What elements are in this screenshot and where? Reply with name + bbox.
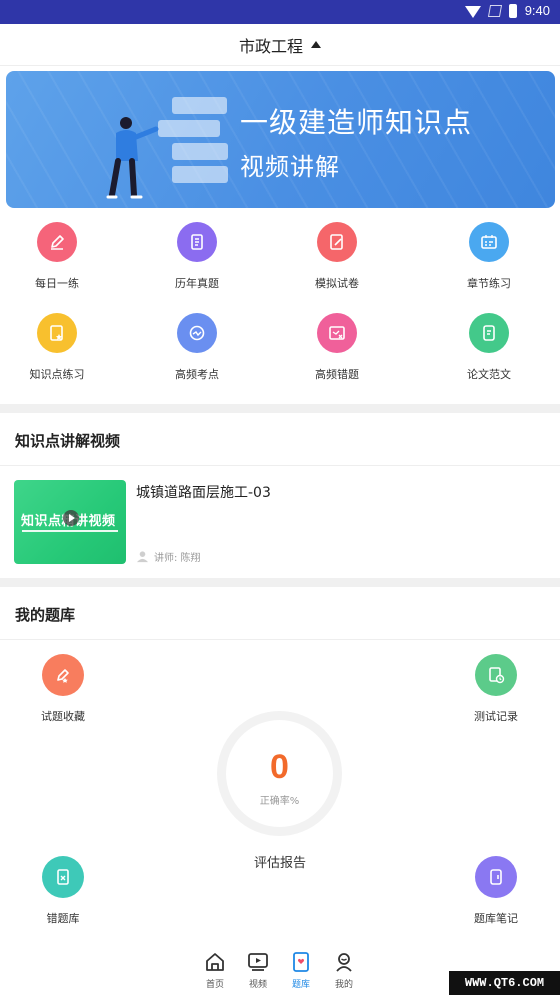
board-illustration (154, 97, 234, 197)
menu-label: 高频考点 (175, 368, 219, 381)
pencil-icon (37, 222, 77, 262)
nav-home[interactable]: 首页 (195, 951, 235, 990)
calendar-icon (469, 222, 509, 262)
divider-line (0, 465, 560, 466)
error-paper-icon (317, 313, 357, 353)
teacher-illustration (106, 117, 159, 199)
bank-notes[interactable]: 题库笔记 (441, 856, 551, 926)
profile-icon (336, 953, 352, 972)
bank-label: 测试记录 (474, 710, 518, 723)
edit-paper-icon (317, 222, 357, 262)
divider-line (0, 639, 560, 640)
menu-daily-practice[interactable]: 每日一练 (0, 222, 127, 291)
home-icon (206, 953, 224, 971)
question-bank-icon (293, 952, 309, 972)
essay-icon (469, 313, 509, 353)
bank-label: 题库笔记 (474, 912, 518, 925)
nav-label: 视频 (248, 980, 267, 990)
battery-icon (508, 3, 517, 18)
user-icon (136, 551, 149, 563)
wrong-bank-icon (42, 856, 84, 898)
menu-hot-points[interactable]: 高频考点 (127, 313, 267, 382)
menu-label: 历年真题 (175, 277, 219, 290)
video-thumbnail[interactable]: 知识点精讲视频 (14, 480, 126, 564)
nav-question-bank[interactable]: 题库 (281, 951, 321, 990)
nav-label: 题库 (291, 980, 310, 990)
lecturer-name: 讲师: 陈翔 (154, 553, 201, 564)
wifi-icon (464, 5, 481, 18)
section-divider (0, 404, 560, 413)
star-paper-icon (37, 313, 77, 353)
play-icon[interactable] (63, 510, 79, 526)
thumbnail-underline (22, 530, 118, 532)
menu-mock-exam[interactable]: 模拟试卷 (267, 222, 407, 291)
accuracy-ring: 0 正确率% (217, 711, 342, 836)
banner-title: 一级建造师知识点 (240, 106, 473, 139)
caret-up-icon (311, 41, 321, 48)
video-title[interactable]: 城镇道路面层施工-03 (136, 482, 271, 502)
bank-test-records[interactable]: 测试记录 (441, 654, 551, 724)
status-bar: 9:40 (0, 0, 560, 24)
menu-chapter-practice[interactable]: 章节练习 (419, 222, 559, 291)
video-icon (248, 953, 268, 971)
nav-video[interactable]: 视频 (238, 951, 278, 990)
bank-label: 试题收藏 (41, 710, 85, 723)
menu-hot-mistakes[interactable]: 高频错题 (267, 313, 407, 382)
menu-label: 每日一练 (35, 277, 79, 290)
bank-favorites[interactable]: 试题收藏 (8, 654, 118, 724)
bank-wrong-questions[interactable]: 错题库 (8, 856, 118, 926)
document-icon (177, 222, 217, 262)
accuracy-label: 正确率% (259, 796, 300, 807)
favorite-icon (42, 654, 84, 696)
menu-knowledge-practice[interactable]: 知识点练习 (0, 313, 127, 382)
no-signal-icon (487, 4, 502, 17)
subject-selector[interactable]: 市政工程 (0, 24, 560, 66)
promo-banner[interactable]: 一级建造师知识点 视频讲解 (6, 71, 555, 208)
nav-label: 我的 (334, 980, 353, 990)
notes-icon (475, 856, 517, 898)
video-section-title: 知识点讲解视频 (15, 432, 121, 450)
clock: 9:40 (524, 3, 550, 18)
menu-label: 知识点练习 (29, 368, 85, 381)
menu-label: 论文范文 (467, 368, 511, 381)
nav-label: 首页 (205, 980, 224, 990)
bank-label: 错题库 (46, 912, 80, 925)
evaluation-report-link[interactable]: 评估报告 (230, 852, 330, 871)
menu-label: 模拟试卷 (315, 277, 359, 290)
bank-section-title: 我的题库 (15, 606, 76, 624)
menu-label: 章节练习 (467, 277, 511, 290)
accuracy-score: 0 (270, 748, 289, 786)
menu-essay-samples[interactable]: 论文范文 (419, 313, 559, 382)
menu-past-exams[interactable]: 历年真题 (127, 222, 267, 291)
banner-subtitle: 视频讲解 (240, 153, 340, 181)
page-title: 市政工程 (238, 36, 303, 56)
menu-label: 高频错题 (315, 368, 359, 381)
section-divider (0, 578, 560, 587)
gauge-icon (177, 313, 217, 353)
record-icon (475, 654, 517, 696)
lecturer-info: 讲师: 陈翔 (136, 549, 201, 564)
watermark: WWW.QT6.COM (449, 971, 560, 995)
nav-profile[interactable]: 我的 (324, 951, 364, 990)
